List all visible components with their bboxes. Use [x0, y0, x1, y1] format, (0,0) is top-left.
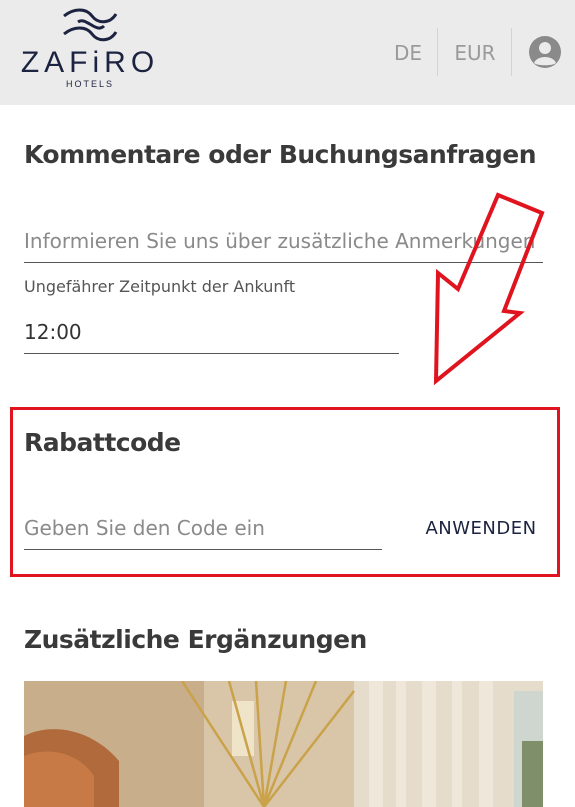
discount-title: Rabattcode [24, 428, 181, 457]
arrival-time-label: Ungefährer Zeitpunkt der Ankunft [24, 277, 296, 296]
header-divider [437, 28, 438, 76]
extras-title: Zusätzliche Ergänzungen [24, 625, 367, 654]
addon-image[interactable] [24, 681, 543, 807]
language-selector[interactable]: DE [384, 30, 432, 76]
addon-photo [24, 681, 543, 807]
top-header: ZAFiRO HOTELS DE EUR [0, 0, 575, 105]
discount-code-input[interactable]: Geben Sie den Code ein [24, 516, 265, 540]
user-circle-icon[interactable] [529, 36, 561, 68]
discount-code-underline [24, 549, 382, 550]
arrival-time-underline [24, 353, 399, 354]
apply-code-button[interactable]: ANWENDEN [420, 514, 542, 544]
comments-title: Kommentare oder Buchungsanfragen [24, 140, 537, 169]
annotation-arrow-icon [433, 192, 545, 386]
logo-mark-icon [63, 8, 118, 42]
zafiro-logo[interactable]: ZAFiRO HOTELS [10, 8, 170, 92]
header-divider [511, 28, 512, 76]
currency-selector[interactable]: EUR [440, 30, 510, 76]
logo-wordmark: ZAFiRO [20, 46, 160, 79]
logo-subtitle: HOTELS [65, 79, 114, 89]
arrival-time-select[interactable]: 12:00 [24, 320, 82, 344]
